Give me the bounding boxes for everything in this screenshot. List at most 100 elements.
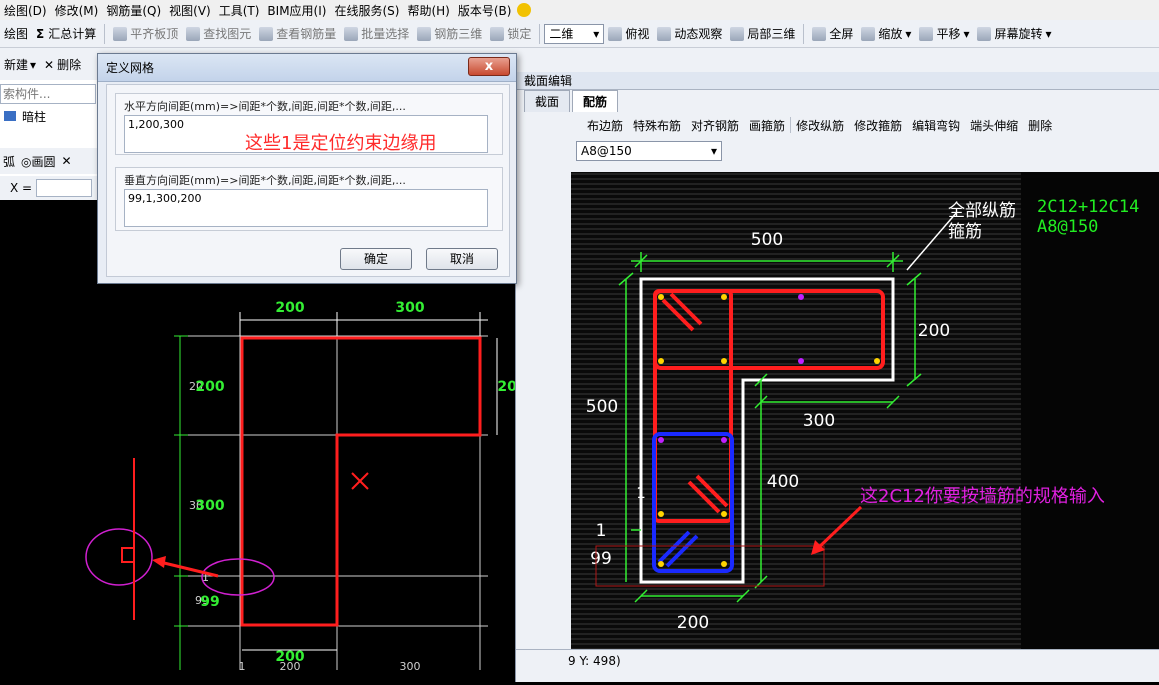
coord-bar: X = — [0, 176, 98, 200]
batch-icon — [344, 26, 359, 41]
dim-label: 99 — [200, 594, 219, 610]
local-3d-icon — [730, 26, 745, 41]
wall-rebar-note: 这2C12你要按墙筋的规格输入 — [860, 486, 1105, 507]
close-icon[interactable]: ✕ — [59, 154, 75, 168]
find-icon — [186, 26, 201, 41]
stirrup-value[interactable]: A8@150 — [1037, 217, 1098, 237]
draw-stirrup-button[interactable]: 画箍筋 — [744, 117, 790, 134]
background-hatch — [571, 172, 1021, 650]
close-button[interactable]: x — [468, 57, 510, 76]
menu-item[interactable]: 在线服务(S) — [330, 2, 403, 19]
section-tabs: 截面 配筋 — [516, 90, 1159, 112]
rebar-spec-select[interactable]: A8@150 ▾ — [576, 141, 722, 161]
align-slab-top-button[interactable]: 平齐板顶 — [109, 25, 182, 42]
menu-item[interactable]: 修改(M) — [51, 2, 103, 19]
section-dim-label: 1 — [636, 484, 646, 502]
main-toolbar: 绘图 Σ 汇总计算 平齐板顶 查找图元 查看钢筋量 批量选择 钢筋三维 锁定 二维… — [0, 20, 1159, 48]
menu-item[interactable]: 版本号(B) — [454, 2, 516, 19]
tab-rebar[interactable]: 配筋 — [572, 90, 619, 112]
grid-lines — [175, 320, 488, 670]
search-input[interactable]: 索构件... — [0, 84, 96, 104]
dialog-title: 定义网格 — [98, 54, 516, 82]
batch-select-button[interactable]: 批量选择 — [340, 25, 413, 42]
constraint-note: 这些1是定位约束边缘用 — [245, 133, 437, 154]
cancel-button[interactable]: 取消 — [426, 248, 498, 270]
rebar-toolbar: 布边筋 特殊布筋 对齐钢筋 画箍筋 修改纵筋 修改箍筋 编辑弯钩 端头伸缩 删除 — [516, 112, 1159, 138]
define-grid-dialog: 定义网格 x 水平方向间距(mm)=>间距*个数,间距,间距*个数,间距,...… — [97, 53, 517, 284]
circle-icon: ◎ — [21, 154, 32, 169]
delete-button[interactable]: ✕ 删除 — [40, 56, 85, 73]
status-bar: 9 Y: 498) — [516, 649, 1159, 671]
vertical-spacing-input[interactable]: 99,1,300,200 — [124, 189, 488, 227]
end-extend-button[interactable]: 端头伸缩 — [965, 117, 1023, 134]
dim-label: 200 — [275, 300, 304, 316]
section-canvas[interactable]: 500 200 500 300 400 200 1 1 99 — [571, 172, 1159, 650]
chevron-down-icon: ▾ — [905, 26, 912, 41]
annotation-arrow — [159, 560, 219, 578]
chevron-down-icon: ▾ — [30, 57, 37, 72]
view-rebar-button[interactable]: 查看钢筋量 — [255, 25, 340, 42]
section-dim-label: 400 — [767, 472, 799, 492]
long-rebar-value[interactable]: 2C12+12C14 — [1037, 197, 1139, 217]
chevron-down-icon: ▾ — [710, 144, 717, 158]
section-dim-label: 500 — [751, 230, 783, 250]
fullscreen-button[interactable]: 全屏 — [808, 25, 857, 42]
section-dim-label: 1 — [596, 521, 607, 541]
rebar-icon — [259, 26, 274, 41]
top-view-button[interactable]: 俯视 — [604, 25, 653, 42]
local-3d-button[interactable]: 局部三维 — [726, 25, 799, 42]
align-rebar-button[interactable]: 对齐钢筋 — [686, 117, 744, 134]
tree-item-hidden-column[interactable]: 暗柱 — [4, 108, 46, 125]
separator — [104, 23, 106, 44]
section-dim-label: 99 — [590, 549, 612, 569]
section-edit-title: 截面编辑 — [516, 72, 1159, 90]
modify-stirrup-button[interactable]: 修改箍筋 — [849, 117, 907, 134]
special-rebar-button[interactable]: 特殊布筋 — [628, 117, 686, 134]
screen-rotate-button[interactable]: 屏幕旋转 ▾ — [973, 25, 1055, 42]
arc-button[interactable]: 弧 — [0, 153, 18, 170]
component-panel: 索构件... 暗柱 弧 ◎画圆 ✕ X = — [0, 80, 98, 200]
menu-bar: 绘图(D) 修改(M) 钢筋量(Q) 视图(V) 工具(T) BIM应用(I) … — [0, 0, 1159, 20]
tab-section[interactable]: 截面 — [524, 90, 571, 112]
pan-icon — [919, 26, 934, 41]
menu-item[interactable]: 帮助(H) — [403, 2, 453, 19]
cube-icon — [417, 26, 432, 41]
wall-notch — [121, 547, 134, 563]
folder-icon — [4, 111, 16, 121]
zoom-button[interactable]: 缩放 ▾ — [857, 25, 915, 42]
circle-button[interactable]: ◎画圆 — [18, 153, 59, 170]
menu-item[interactable]: 钢筋量(Q) — [102, 2, 165, 19]
section-dim-label: 200 — [918, 321, 950, 341]
highlight-ellipse — [201, 558, 275, 596]
ok-button[interactable]: 确定 — [340, 248, 412, 270]
delete-rebar-button[interactable]: 删除 — [1023, 117, 1057, 134]
menu-item[interactable]: 绘图(D) — [0, 2, 51, 19]
sigma-icon: Σ — [36, 26, 45, 41]
version-icon[interactable] — [517, 3, 532, 17]
dimension-lines — [239, 312, 498, 651]
edit-hook-button[interactable]: 编辑弯钩 — [907, 117, 965, 134]
menu-item[interactable]: BIM应用(I) — [263, 2, 330, 19]
separator — [539, 23, 541, 44]
menu-item[interactable]: 视图(V) — [165, 2, 215, 19]
find-element-button[interactable]: 查找图元 — [182, 25, 255, 42]
chevron-down-icon: ▾ — [593, 26, 600, 41]
draw-toolbar: 弧 ◎画圆 ✕ — [0, 148, 98, 174]
view-mode-select[interactable]: 二维 ▾ — [544, 23, 605, 44]
modify-long-rebar-button[interactable]: 修改纵筋 — [791, 117, 849, 134]
axis-label: 300 — [400, 660, 421, 673]
edge-rebar-button[interactable]: 布边筋 — [582, 117, 628, 134]
summary-calc-button[interactable]: Σ 汇总计算 — [32, 25, 100, 42]
lock-button[interactable]: 锁定 — [486, 25, 535, 42]
menu-item[interactable]: 工具(T) — [215, 2, 264, 19]
x-coord-input[interactable] — [36, 179, 93, 197]
label-stirrup: 箍筋 — [948, 222, 982, 242]
axis-label: 200 — [280, 660, 301, 673]
rebar-3d-button[interactable]: 钢筋三维 — [413, 25, 486, 42]
zoom-icon — [861, 26, 876, 41]
rebar-info-row: A8@150 ▾ — [516, 138, 1159, 164]
draw-button[interactable]: 绘图 — [0, 25, 32, 42]
orbit-button[interactable]: 动态观察 — [653, 25, 726, 42]
new-button[interactable]: 新建 ▾ — [0, 56, 40, 73]
pan-button[interactable]: 平移 ▾ — [915, 25, 973, 42]
